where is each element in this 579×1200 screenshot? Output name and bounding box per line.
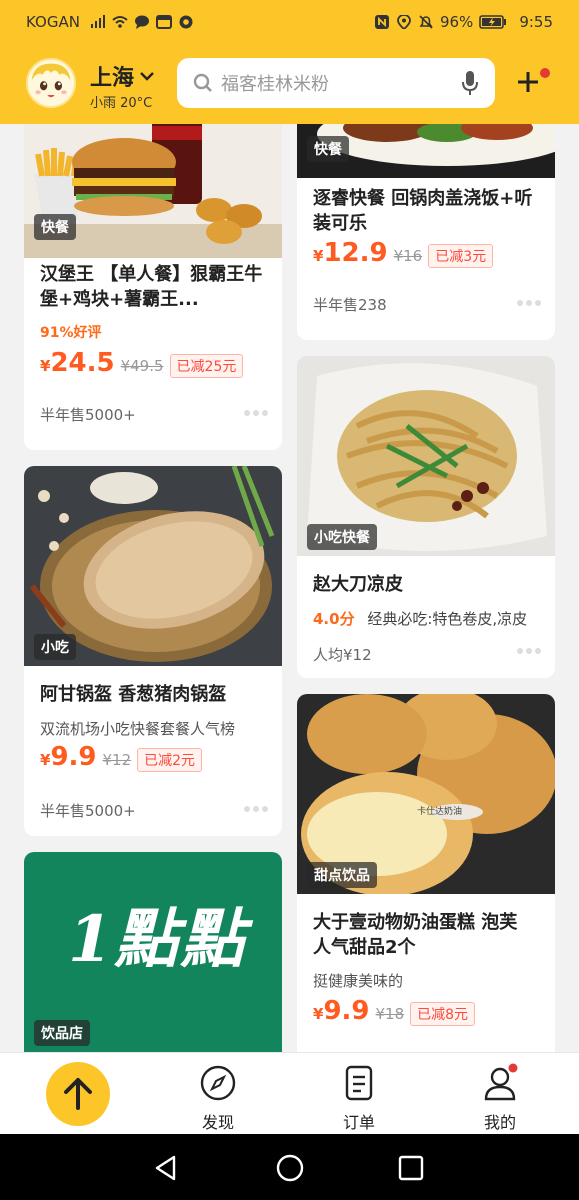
currency-symbol: ¥ (40, 751, 51, 769)
category-tag: 小吃 (34, 634, 76, 660)
tab-label: 发现 (201, 1113, 234, 1132)
status-icons-left (90, 15, 194, 29)
price: 9.9 (50, 742, 97, 772)
sales-count: 半年售5000+ (40, 802, 136, 820)
discount-badge: 已减8元 (410, 1002, 476, 1026)
currency-symbol: ¥ (313, 247, 324, 265)
food-card[interactable]: 卡仕达奶油 甜点饮品 大于壹动物奶油蛋糕 泡芙 人气甜品2个 挺健康美味的 ¥ … (297, 694, 555, 1052)
location-icon (397, 15, 411, 29)
card-title: 逐睿快餐 回锅肉盖浇饭+听装可乐 (313, 188, 533, 234)
battery-icon (479, 15, 507, 29)
more-options-icon[interactable] (517, 300, 541, 306)
currency-symbol: ¥ (40, 357, 51, 375)
category-tag: 甜点饮品 (307, 862, 377, 888)
calendar-icon (155, 15, 172, 29)
original-price: ¥16 (393, 247, 423, 265)
nfc-icon (374, 15, 389, 29)
tab-label: 订单 (342, 1113, 375, 1132)
user-icon (484, 1063, 518, 1101)
carrier-label: KOGAN (26, 13, 80, 31)
notification-dot (540, 68, 550, 78)
price: 12.9 (323, 238, 388, 268)
more-options-icon[interactable] (517, 648, 541, 654)
avatar[interactable] (26, 58, 76, 108)
food-card[interactable]: 小吃快餐 赵大刀凉皮 4.0分 经典必吃:特色卷皮,凉皮 人均¥12 (297, 356, 555, 678)
home-icon[interactable] (275, 1153, 305, 1183)
plus-icon[interactable] (514, 68, 542, 96)
card-title: 赵大刀凉皮 (313, 574, 403, 595)
food-card[interactable]: 快餐 逐睿快餐 回锅肉盖浇饭+听装可乐 ¥ 12.9 ¥16 已减3元 半年售2… (297, 124, 555, 340)
system-nav-bar (0, 1134, 579, 1200)
card-title: 阿甘锅盔 香葱猪肉锅盔 (40, 684, 227, 705)
sales-count: 半年售238 (313, 296, 387, 314)
discount-badge: 已减25元 (169, 354, 244, 378)
category-tag: 快餐 (307, 136, 349, 162)
status-icons-right: 96% 9:55 (374, 13, 553, 31)
feed: 快餐 汉堡王 【单人餐】狠霸王牛堡+鸡块+薯霸王... 91%好评 ¥ 24.5… (0, 124, 579, 1052)
card-title: 大于壹动物奶油蛋糕 泡芙 人气甜品2个 (313, 912, 518, 958)
discount-badge: 已减3元 (428, 244, 494, 268)
tab-discover[interactable]: 发现 (178, 1063, 258, 1133)
sales-count: 半年售5000+ (40, 406, 136, 424)
city-selector[interactable]: 上海 (90, 60, 154, 92)
discount-badge: 已减2元 (137, 748, 203, 772)
chevron-down-icon (140, 72, 154, 81)
arrow-up-icon (64, 1078, 92, 1110)
back-icon[interactable] (152, 1154, 180, 1182)
app-header: 上海 小雨 20°C 福客桂林米粉 (0, 44, 579, 124)
category-tag: 快餐 (34, 214, 76, 240)
scroll-to-top-button[interactable] (46, 1062, 110, 1126)
card-title: 汉堡王 【单人餐】狠霸王牛堡+鸡块+薯霸王... (40, 264, 263, 310)
chrome-icon (179, 15, 193, 29)
microphone-icon[interactable] (461, 70, 479, 96)
average-price: 人均¥12 (313, 646, 372, 664)
price-row: ¥ 9.9 ¥18 已减8元 (313, 996, 476, 1026)
recents-icon[interactable] (398, 1155, 424, 1181)
clock: 9:55 (519, 13, 553, 31)
price: 24.5 (50, 348, 115, 378)
price: 9.9 (323, 996, 370, 1026)
photo-label: 卡仕达奶油 (417, 807, 463, 817)
tab-orders[interactable]: 订单 (319, 1063, 399, 1133)
mute-bell-icon (419, 15, 433, 29)
price-row: ¥ 24.5 ¥49.5 已减25元 (40, 348, 244, 378)
original-price: ¥49.5 (120, 357, 164, 375)
card-subtitle: 双流机场小吃快餐套餐人气榜 (40, 720, 236, 738)
rating-text: 91%好评 (40, 325, 102, 341)
currency-symbol: ¥ (313, 1005, 324, 1023)
avatar-cartoon-icon (28, 60, 74, 106)
order-list-icon (345, 1065, 373, 1101)
food-card[interactable]: 小吃 阿甘锅盔 香葱猪肉锅盔 双流机场小吃快餐套餐人气榜 ¥ 9.9 ¥12 已… (24, 466, 282, 836)
more-options-icon[interactable] (244, 410, 268, 416)
original-price: ¥18 (375, 1005, 405, 1023)
search-bar[interactable]: 福客桂林米粉 (177, 58, 495, 108)
city-name: 上海 (90, 66, 135, 91)
signal-icon (90, 15, 105, 28)
card-subtitle: 挺健康美味的 (313, 972, 404, 990)
status-bar: KOGAN 96% 9:55 (0, 0, 579, 44)
score-value: 4.0分 (313, 610, 355, 628)
search-placeholder: 福客桂林米粉 (221, 74, 329, 95)
category-tag: 小吃快餐 (307, 524, 377, 550)
food-card[interactable]: 1點點 饮品店 (24, 852, 282, 1052)
tab-label: 我的 (483, 1113, 516, 1132)
compass-icon (200, 1065, 236, 1101)
message-icon (134, 15, 149, 29)
category-tag: 饮品店 (34, 1020, 90, 1046)
weather-text: 小雨 20°C (90, 96, 153, 111)
original-price: ¥12 (102, 751, 132, 769)
more-options-icon[interactable] (244, 806, 268, 812)
battery-percent: 96% (439, 13, 474, 31)
price-row: ¥ 12.9 ¥16 已减3元 (313, 238, 494, 268)
price-row: ¥ 9.9 ¥12 已减2元 (40, 742, 203, 772)
score-row: 4.0分 经典必吃:特色卷皮,凉皮 (313, 608, 527, 629)
wifi-icon (112, 16, 128, 28)
tab-profile[interactable]: 我的 (460, 1063, 540, 1133)
search-icon (193, 73, 212, 92)
recommendation-text: 经典必吃:特色卷皮,凉皮 (367, 610, 528, 628)
food-card[interactable]: 快餐 汉堡王 【单人餐】狠霸王牛堡+鸡块+薯霸王... 91%好评 ¥ 24.5… (24, 124, 282, 450)
bottom-tab-bar: 发现 订单 我的 (0, 1052, 579, 1134)
logo-text: 1點點 (68, 902, 247, 977)
